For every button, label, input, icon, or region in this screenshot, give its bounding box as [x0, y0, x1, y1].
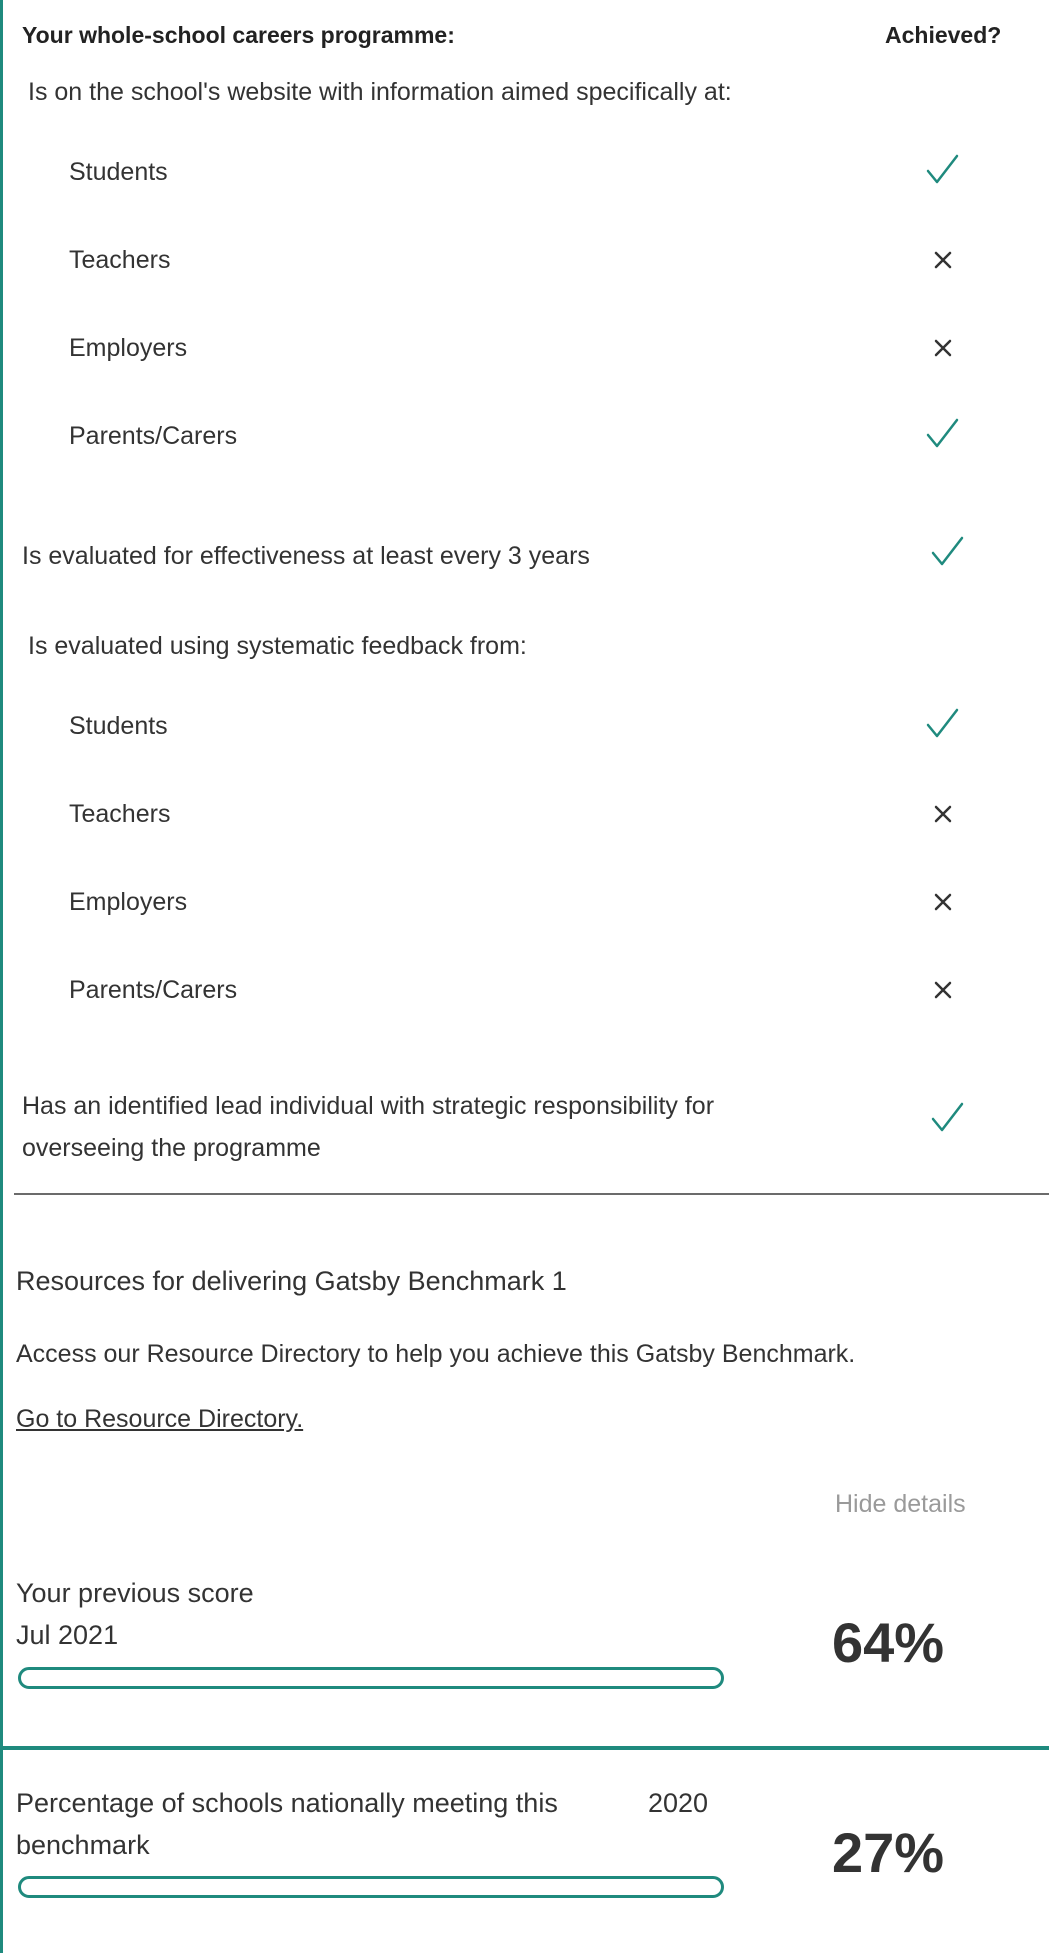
check-icon: [926, 418, 959, 448]
check-icon: [926, 708, 959, 738]
check-icon: [931, 536, 964, 566]
cross-icon: [934, 251, 952, 269]
national-label-line1: Percentage of schools nationally meeting…: [16, 1788, 558, 1818]
previous-score-date: Jul 2021: [16, 1620, 119, 1650]
feedback-item-employers: Employers: [69, 888, 188, 916]
lead-individual-line1: Has an identified lead individual with s…: [22, 1092, 715, 1120]
teal-section-divider: [0, 1746, 1049, 1750]
feedback-item-parents-carers: Parents/Carers: [69, 976, 238, 1004]
cross-icon: [934, 981, 952, 999]
cross-icon: [934, 339, 952, 357]
national-progress-bar: [18, 1876, 724, 1898]
check-icon: [931, 1102, 964, 1132]
website-item-employers: Employers: [69, 334, 188, 362]
resources-description: Access our Resource Directory to help yo…: [16, 1340, 856, 1368]
website-item-students: Students: [69, 158, 168, 186]
previous-score-percent: 64%: [832, 1611, 945, 1674]
cross-icon: [934, 805, 952, 823]
feedback-intro: Is evaluated using systematic feedback f…: [28, 632, 527, 660]
cross-icon: [934, 893, 952, 911]
national-year: 2020: [648, 1788, 709, 1818]
checklist-header: Your whole-school careers programme:: [22, 22, 455, 48]
section-divider: [14, 1193, 1049, 1195]
hide-details-button[interactable]: Hide details: [835, 1490, 966, 1519]
resource-directory-link[interactable]: Go to Resource Directory.: [16, 1405, 303, 1434]
website-item-teachers: Teachers: [69, 246, 171, 274]
previous-score-label: Your previous score: [16, 1578, 254, 1608]
achieved-column-header: Achieved?: [885, 22, 1002, 48]
national-label-line2: benchmark: [16, 1830, 150, 1860]
national-percent: 27%: [832, 1821, 945, 1884]
feedback-item-teachers: Teachers: [69, 800, 171, 828]
evaluated-every-3-years: Is evaluated for effectiveness at least …: [22, 542, 590, 570]
check-icon: [926, 154, 959, 184]
website-intro: Is on the school's website with informat…: [28, 78, 732, 106]
previous-score-progress-bar: [18, 1667, 724, 1689]
resources-title: Resources for delivering Gatsby Benchmar…: [16, 1266, 567, 1296]
feedback-item-students: Students: [69, 712, 168, 740]
lead-individual-line2: overseeing the programme: [22, 1134, 321, 1162]
website-item-parents-carers: Parents/Carers: [69, 422, 238, 450]
